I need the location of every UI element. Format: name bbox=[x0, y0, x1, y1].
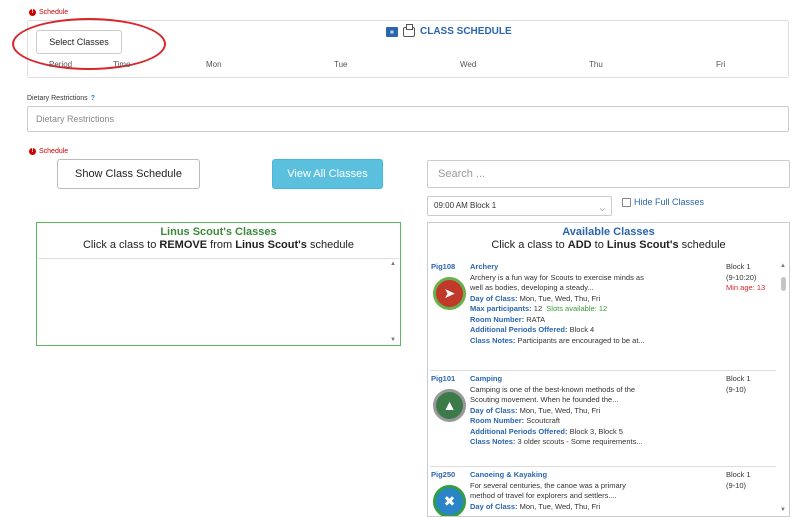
header-period: Period bbox=[49, 60, 73, 69]
dietary-restrictions-input[interactable]: Dietary Restrictions bbox=[27, 106, 789, 132]
chevron-down-icon: ⌵ bbox=[599, 206, 605, 213]
scroll-down-icon[interactable]: ▼ bbox=[780, 507, 786, 513]
blue-cards-icon[interactable]: ▦ bbox=[386, 26, 398, 37]
class-schedule-title: ▦ CLASS SCHEDULE bbox=[386, 23, 512, 37]
schedule-required-label-2: ! Schedule bbox=[29, 148, 68, 155]
hide-full-classes-toggle[interactable]: Hide Full Classes bbox=[622, 197, 704, 207]
available-classes-title: Available Classes bbox=[562, 226, 655, 238]
header-tue: Tue bbox=[334, 60, 348, 69]
block-select[interactable]: 09:00 AM Block 1 ⌵ bbox=[427, 196, 612, 216]
hide-full-checkbox[interactable] bbox=[622, 197, 631, 207]
schedule-required-label: ! Schedule bbox=[29, 9, 68, 16]
scroll-down-icon[interactable]: ▼ bbox=[390, 337, 396, 343]
available-classes-panel: Available Classes Click a class to ADD t… bbox=[427, 222, 790, 517]
scroll-up-icon[interactable]: ▲ bbox=[780, 263, 786, 269]
printer-icon[interactable] bbox=[403, 23, 415, 37]
my-classes-panel: Linus Scout's Classes Click a class to R… bbox=[36, 222, 401, 346]
dietary-label: Dietary Restrictions? bbox=[27, 95, 95, 102]
class-item-canoeing[interactable]: Pig250 ✖ Canoeing & Kayaking For several… bbox=[430, 468, 776, 516]
highlight-circle bbox=[12, 18, 166, 70]
header-mon: Mon bbox=[206, 60, 222, 69]
search-input[interactable]: Search ... bbox=[427, 160, 790, 188]
available-classes-instructions: Click a class to ADD to Linus Scout's sc… bbox=[491, 239, 726, 251]
scroll-up-icon[interactable]: ▲ bbox=[390, 261, 396, 267]
required-icon: ! bbox=[29, 148, 36, 155]
header-wed: Wed bbox=[460, 60, 477, 69]
help-icon[interactable]: ? bbox=[91, 95, 95, 102]
my-classes-instructions: Click a class to REMOVE from Linus Scout… bbox=[82, 239, 354, 251]
class-item-camping[interactable]: Pig101 ▲ Camping Camping is one of the b… bbox=[430, 372, 776, 467]
header-thu: Thu bbox=[589, 60, 603, 69]
scrollbar-thumb[interactable] bbox=[781, 277, 786, 291]
header-fri: Fri bbox=[716, 60, 726, 69]
canoeing-badge-icon: ✖ bbox=[433, 485, 466, 516]
camping-badge-icon: ▲ bbox=[433, 389, 466, 422]
show-class-schedule-button[interactable]: Show Class Schedule bbox=[57, 159, 200, 189]
view-all-classes-button[interactable]: View All Classes bbox=[272, 159, 383, 189]
my-classes-title: Linus Scout's Classes bbox=[160, 226, 277, 238]
required-icon: ! bbox=[29, 9, 36, 16]
archery-badge-icon: ➤ bbox=[433, 277, 466, 310]
class-item-archery[interactable]: Pig108 ➤ Archery Archery is a fun way fo… bbox=[430, 260, 776, 371]
header-time: Time bbox=[113, 60, 131, 69]
my-classes-list[interactable]: ▲ ▼ bbox=[38, 258, 399, 345]
